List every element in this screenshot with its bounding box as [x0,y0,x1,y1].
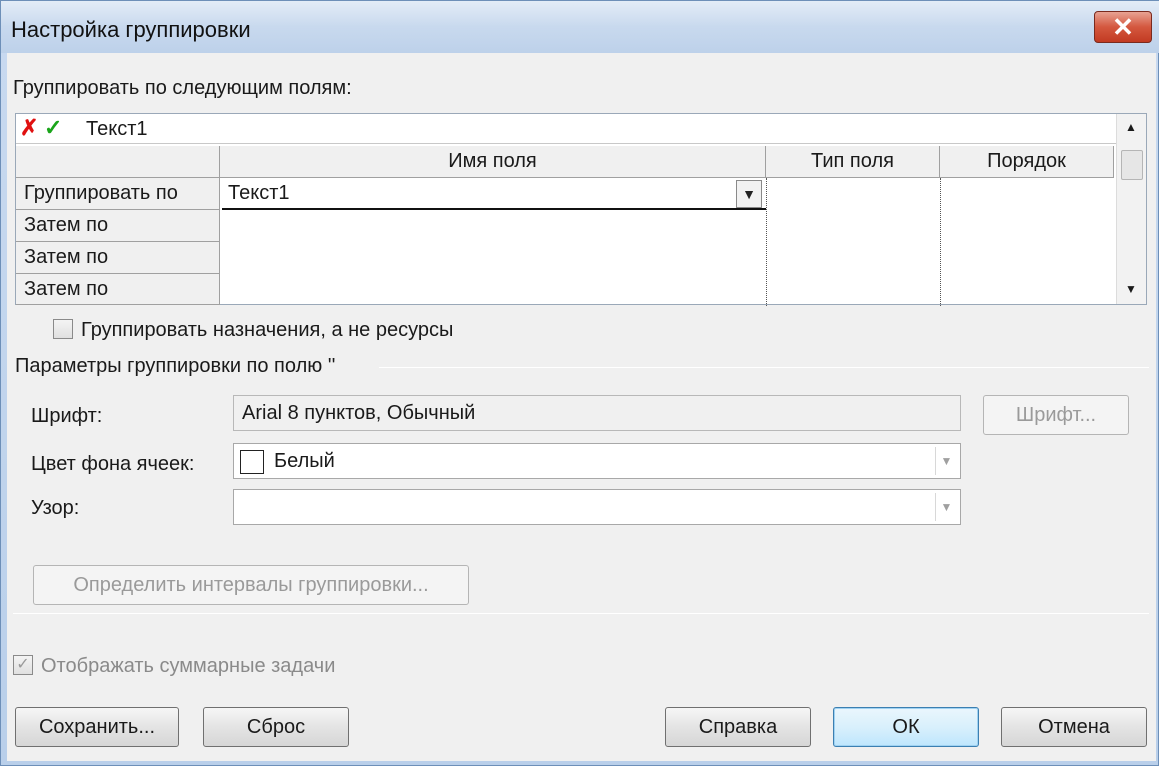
group-assignments-checkbox[interactable] [53,319,73,339]
column-divider [940,178,941,306]
help-button[interactable]: Справка [665,707,811,747]
dialog-body: Группировать по следующим полям: ✗ ✓ Тек… [7,53,1156,761]
cell-bg-color-select[interactable]: Белый ▼ [233,443,961,479]
dialog-window: Настройка группировки ✕ Группировать по … [0,0,1159,766]
chevron-down-icon: ▼ [935,493,957,521]
field-name-cell-active[interactable]: Текст1 [222,178,766,210]
scroll-thumb[interactable] [1121,150,1143,180]
scroll-up-icon[interactable]: ▲ [1125,120,1137,134]
ok-button[interactable]: ОК [833,707,979,747]
footer-divider [13,613,1149,614]
cell-bg-color-label: Цвет фона ячеек: [31,453,195,475]
save-button[interactable]: Сохранить... [15,707,179,747]
font-display-field: Arial 8 пунктов, Обычный [233,395,961,431]
dialog-title: Настройка группировки [11,17,251,42]
group-params-heading: Параметры группировки по полю '' [15,355,336,377]
column-header-field-type[interactable]: Тип поля [766,146,940,178]
field-name-dropdown[interactable]: ▼ [736,180,762,208]
close-icon: ✕ [1112,11,1134,42]
font-label: Шрифт: [31,405,103,427]
grid-edit-bar: ✗ ✓ Текст1 [16,114,1116,144]
group-fields-grid: ✗ ✓ Текст1 Имя поля Тип поля Порядок Гру… [15,113,1147,306]
define-intervals-button[interactable]: Определить интервалы группировки... [33,565,469,605]
field-name-value: Текст1 [228,182,290,204]
pattern-label: Узор: [31,497,80,519]
chevron-down-icon: ▼ [742,186,756,202]
column-divider [766,178,767,306]
show-summary-checkbox[interactable]: ✓ [13,655,33,675]
column-header-field-name[interactable]: Имя поля [220,146,766,178]
accept-edit-icon[interactable]: ✓ [44,117,66,139]
scroll-down-icon[interactable]: ▼ [1125,282,1137,296]
title-bar[interactable]: Настройка группировки ✕ [1,1,1159,53]
grid-vertical-scrollbar[interactable]: ▲ ▼ [1116,114,1146,304]
cell-bg-color-value: Белый [274,450,335,472]
color-swatch [240,450,264,474]
group-by-fields-label: Группировать по следующим полям: [13,77,352,99]
chevron-down-icon: ▼ [935,447,957,475]
row-header-then-by-2[interactable]: Затем по [16,242,220,274]
row-header-group-by[interactable]: Группировать по [16,178,220,210]
row-header-then-by-3[interactable]: Затем по [16,274,220,305]
grid-edit-value[interactable]: Текст1 [86,118,147,141]
group-assignments-label: Группировать назначения, а не ресурсы [81,319,454,341]
grid-corner-cell [16,146,220,178]
reset-button[interactable]: Сброс [203,707,349,747]
cancel-edit-icon[interactable]: ✗ [20,117,42,139]
group-params-divider [379,367,1149,368]
row-header-then-by-1[interactable]: Затем по [16,210,220,242]
column-header-order[interactable]: Порядок [940,146,1114,178]
pattern-select[interactable]: ▼ [233,489,961,525]
cancel-button[interactable]: Отмена [1001,707,1147,747]
font-button[interactable]: Шрифт... [983,395,1129,435]
close-button[interactable]: ✕ [1094,11,1152,43]
show-summary-label: Отображать суммарные задачи [41,655,336,677]
